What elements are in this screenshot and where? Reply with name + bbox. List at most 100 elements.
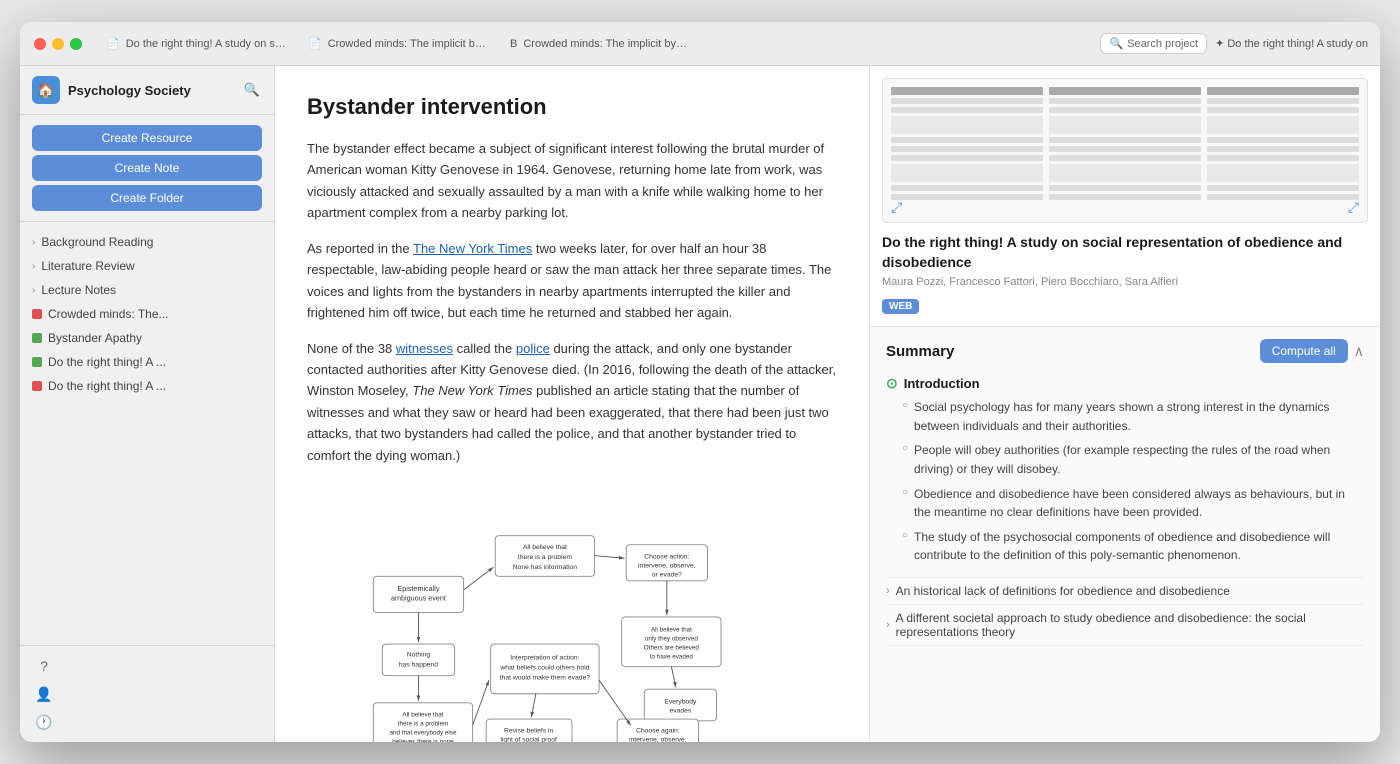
nav-label: Do the right thing! A ... (48, 355, 166, 369)
tab-2-icon: 📄 (308, 37, 322, 50)
chevron-right-icon: › (32, 261, 35, 272)
svg-text:None has information: None has information (513, 564, 578, 571)
chevron-right-icon: › (886, 619, 890, 631)
sidebar-actions: Create Resource Create Note Create Folde… (20, 115, 274, 222)
witnesses-link[interactable]: witnesses (396, 341, 453, 356)
expand-right-icon[interactable]: ⤢ (1348, 199, 1359, 216)
help-icon[interactable]: ? (32, 654, 56, 678)
tab-3-icon: B (510, 38, 517, 50)
svg-text:what beliefs could others hold: what beliefs could others hold (499, 664, 589, 671)
sidebar: 🏠 Psychology Society 🔍 Create Resource C… (20, 66, 275, 742)
file-dot-icon (32, 309, 42, 319)
sidebar-search-button[interactable]: 🔍 (242, 80, 262, 100)
search-bar[interactable]: 🔍 Search project (1100, 33, 1207, 54)
svg-text:intervene, observe,: intervene, observe, (629, 737, 687, 742)
paragraph-2: As reported in the The New York Times tw… (307, 238, 837, 324)
paper-preview: ⤢ ⤢ Do the right thing! A study on socia… (870, 66, 1380, 327)
tab-2-label: Crowded minds: The implicit bystander e.… (328, 38, 488, 50)
svg-text:Choose again:: Choose again: (636, 728, 680, 735)
user-icon[interactable]: 👤 (32, 682, 56, 706)
chevron-right-icon: › (32, 237, 35, 248)
sidebar-item-lecture-notes[interactable]: › Lecture Notes (20, 278, 274, 302)
sidebar-item-crowded-minds[interactable]: Crowded minds: The... (20, 302, 274, 326)
sidebar-nav: › Background Reading › Literature Review… (20, 222, 274, 645)
svg-text:Everybody: Everybody (664, 699, 697, 706)
toolbar-right: 🔍 Search project ✦ Do the right thing! A… (1088, 33, 1380, 54)
create-folder-button[interactable]: Create Folder (32, 185, 262, 211)
sidebar-header: 🏠 Psychology Society 🔍 (20, 66, 274, 115)
chevron-right-icon: › (32, 285, 35, 296)
search-label: Search project (1127, 38, 1198, 50)
introduction-label[interactable]: ⊙ Introduction (886, 375, 1364, 392)
traffic-lights (20, 38, 96, 50)
svg-text:there is a problem: there is a problem (518, 554, 573, 561)
introduction-text: Introduction (904, 376, 980, 391)
svg-text:believes there is none: believes there is none (392, 739, 454, 742)
svg-text:Interpretation of action:: Interpretation of action: (510, 655, 579, 662)
svg-text:and that everybody else: and that everybody else (389, 730, 457, 737)
file-dot-icon (32, 381, 42, 391)
svg-text:ambiguous event: ambiguous event (391, 594, 446, 603)
svg-text:there is a problem: there is a problem (398, 720, 449, 727)
chevron-right-icon: › (886, 585, 890, 597)
svg-text:Nothing: Nothing (407, 652, 431, 659)
nav-label: Lecture Notes (41, 283, 116, 297)
search-icon: 🔍 (1109, 37, 1123, 50)
document-panel: Bystander intervention The bystander eff… (275, 66, 870, 742)
svg-text:to have evaded: to have evaded (650, 654, 694, 661)
paper-title: Do the right thing! A study on social re… (882, 233, 1368, 272)
summary-title: Summary (886, 343, 954, 360)
flow-diagram-svg: Epistemically ambiguous event All believ… (332, 486, 812, 742)
societal-approach-section[interactable]: › A different societal approach to study… (886, 604, 1364, 646)
compute-all-button[interactable]: Compute all (1260, 339, 1348, 363)
minimize-button[interactable] (52, 38, 64, 50)
svg-text:intervene, observe,: intervene, observe, (638, 562, 696, 569)
create-resource-button[interactable]: Create Resource (32, 125, 262, 151)
sidebar-item-literature-review[interactable]: › Literature Review (20, 254, 274, 278)
nyt-link[interactable]: The New York Times (413, 241, 532, 256)
introduction-bullets: Social psychology has for many years sho… (886, 398, 1364, 565)
historical-lack-section[interactable]: › An historical lack of definitions for … (886, 577, 1364, 604)
nav-label: Bystander Apathy (48, 331, 142, 345)
svg-text:Choose action:: Choose action: (644, 553, 689, 560)
main-layout: 🏠 Psychology Society 🔍 Create Resource C… (20, 66, 1380, 742)
tab-1[interactable]: 📄 Do the right thing! A study on social … (96, 28, 296, 60)
sidebar-item-background-reading[interactable]: › Background Reading (20, 230, 274, 254)
introduction-section: ⊙ Introduction Social psychology has for… (886, 375, 1364, 565)
tabs-bar: 📄 Do the right thing! A study on social … (96, 28, 1088, 60)
web-badge: WEB (882, 299, 919, 314)
maximize-button[interactable] (70, 38, 82, 50)
sidebar-logo: 🏠 (32, 76, 60, 104)
paper-authors: Maura Pozzi, Francesco Fattori, Piero Bo… (882, 276, 1368, 288)
bullet-3: Obedience and disobedience have been con… (902, 485, 1364, 522)
content-area: Bystander intervention The bystander eff… (275, 66, 1380, 742)
svg-text:All believe that: All believe that (523, 544, 567, 551)
sidebar-bottom: ? 👤 🕐 (20, 645, 274, 742)
bullet-1: Social psychology has for many years sho… (902, 398, 1364, 435)
create-note-button[interactable]: Create Note (32, 155, 262, 181)
summary-header: Summary Compute all ∧ (886, 339, 1364, 363)
document-title: Bystander intervention (307, 94, 837, 120)
close-button[interactable] (34, 38, 46, 50)
history-icon[interactable]: 🕐 (32, 710, 56, 734)
flow-diagram: Epistemically ambiguous event All believ… (307, 486, 837, 742)
sidebar-item-do-right-thing-1[interactable]: Do the right thing! A ... (20, 350, 274, 374)
tab-3[interactable]: B Crowded minds: The implicit bystander … (500, 28, 700, 60)
paragraph-1: The bystander effect became a subject of… (307, 138, 837, 224)
svg-text:Epistemically: Epistemically (397, 584, 440, 593)
police-link[interactable]: police (516, 341, 550, 356)
svg-text:Revise beliefs in: Revise beliefs in (504, 728, 553, 735)
svg-text:only they observed: only they observed (645, 636, 698, 643)
tab-3-label: Crowded minds: The implicit bystander e.… (523, 38, 690, 50)
sidebar-item-bystander-apathy[interactable]: Bystander Apathy (20, 326, 274, 350)
file-dot-icon (32, 357, 42, 367)
nav-label: Crowded minds: The... (48, 307, 169, 321)
expand-left-icon[interactable]: ⤢ (891, 199, 902, 216)
tab-1-label: Do the right thing! A study on social re… (126, 38, 286, 50)
summary-section: Summary Compute all ∧ ⊙ Introduction (870, 327, 1380, 742)
thumbnail-content (883, 79, 1367, 222)
sidebar-item-do-right-thing-2[interactable]: Do the right thing! A ... (20, 374, 274, 398)
bullet-2: People will obey authorities (for exampl… (902, 441, 1364, 478)
collapse-icon[interactable]: ∧ (1354, 343, 1364, 360)
tab-2[interactable]: 📄 Crowded minds: The implicit bystander … (298, 28, 498, 60)
